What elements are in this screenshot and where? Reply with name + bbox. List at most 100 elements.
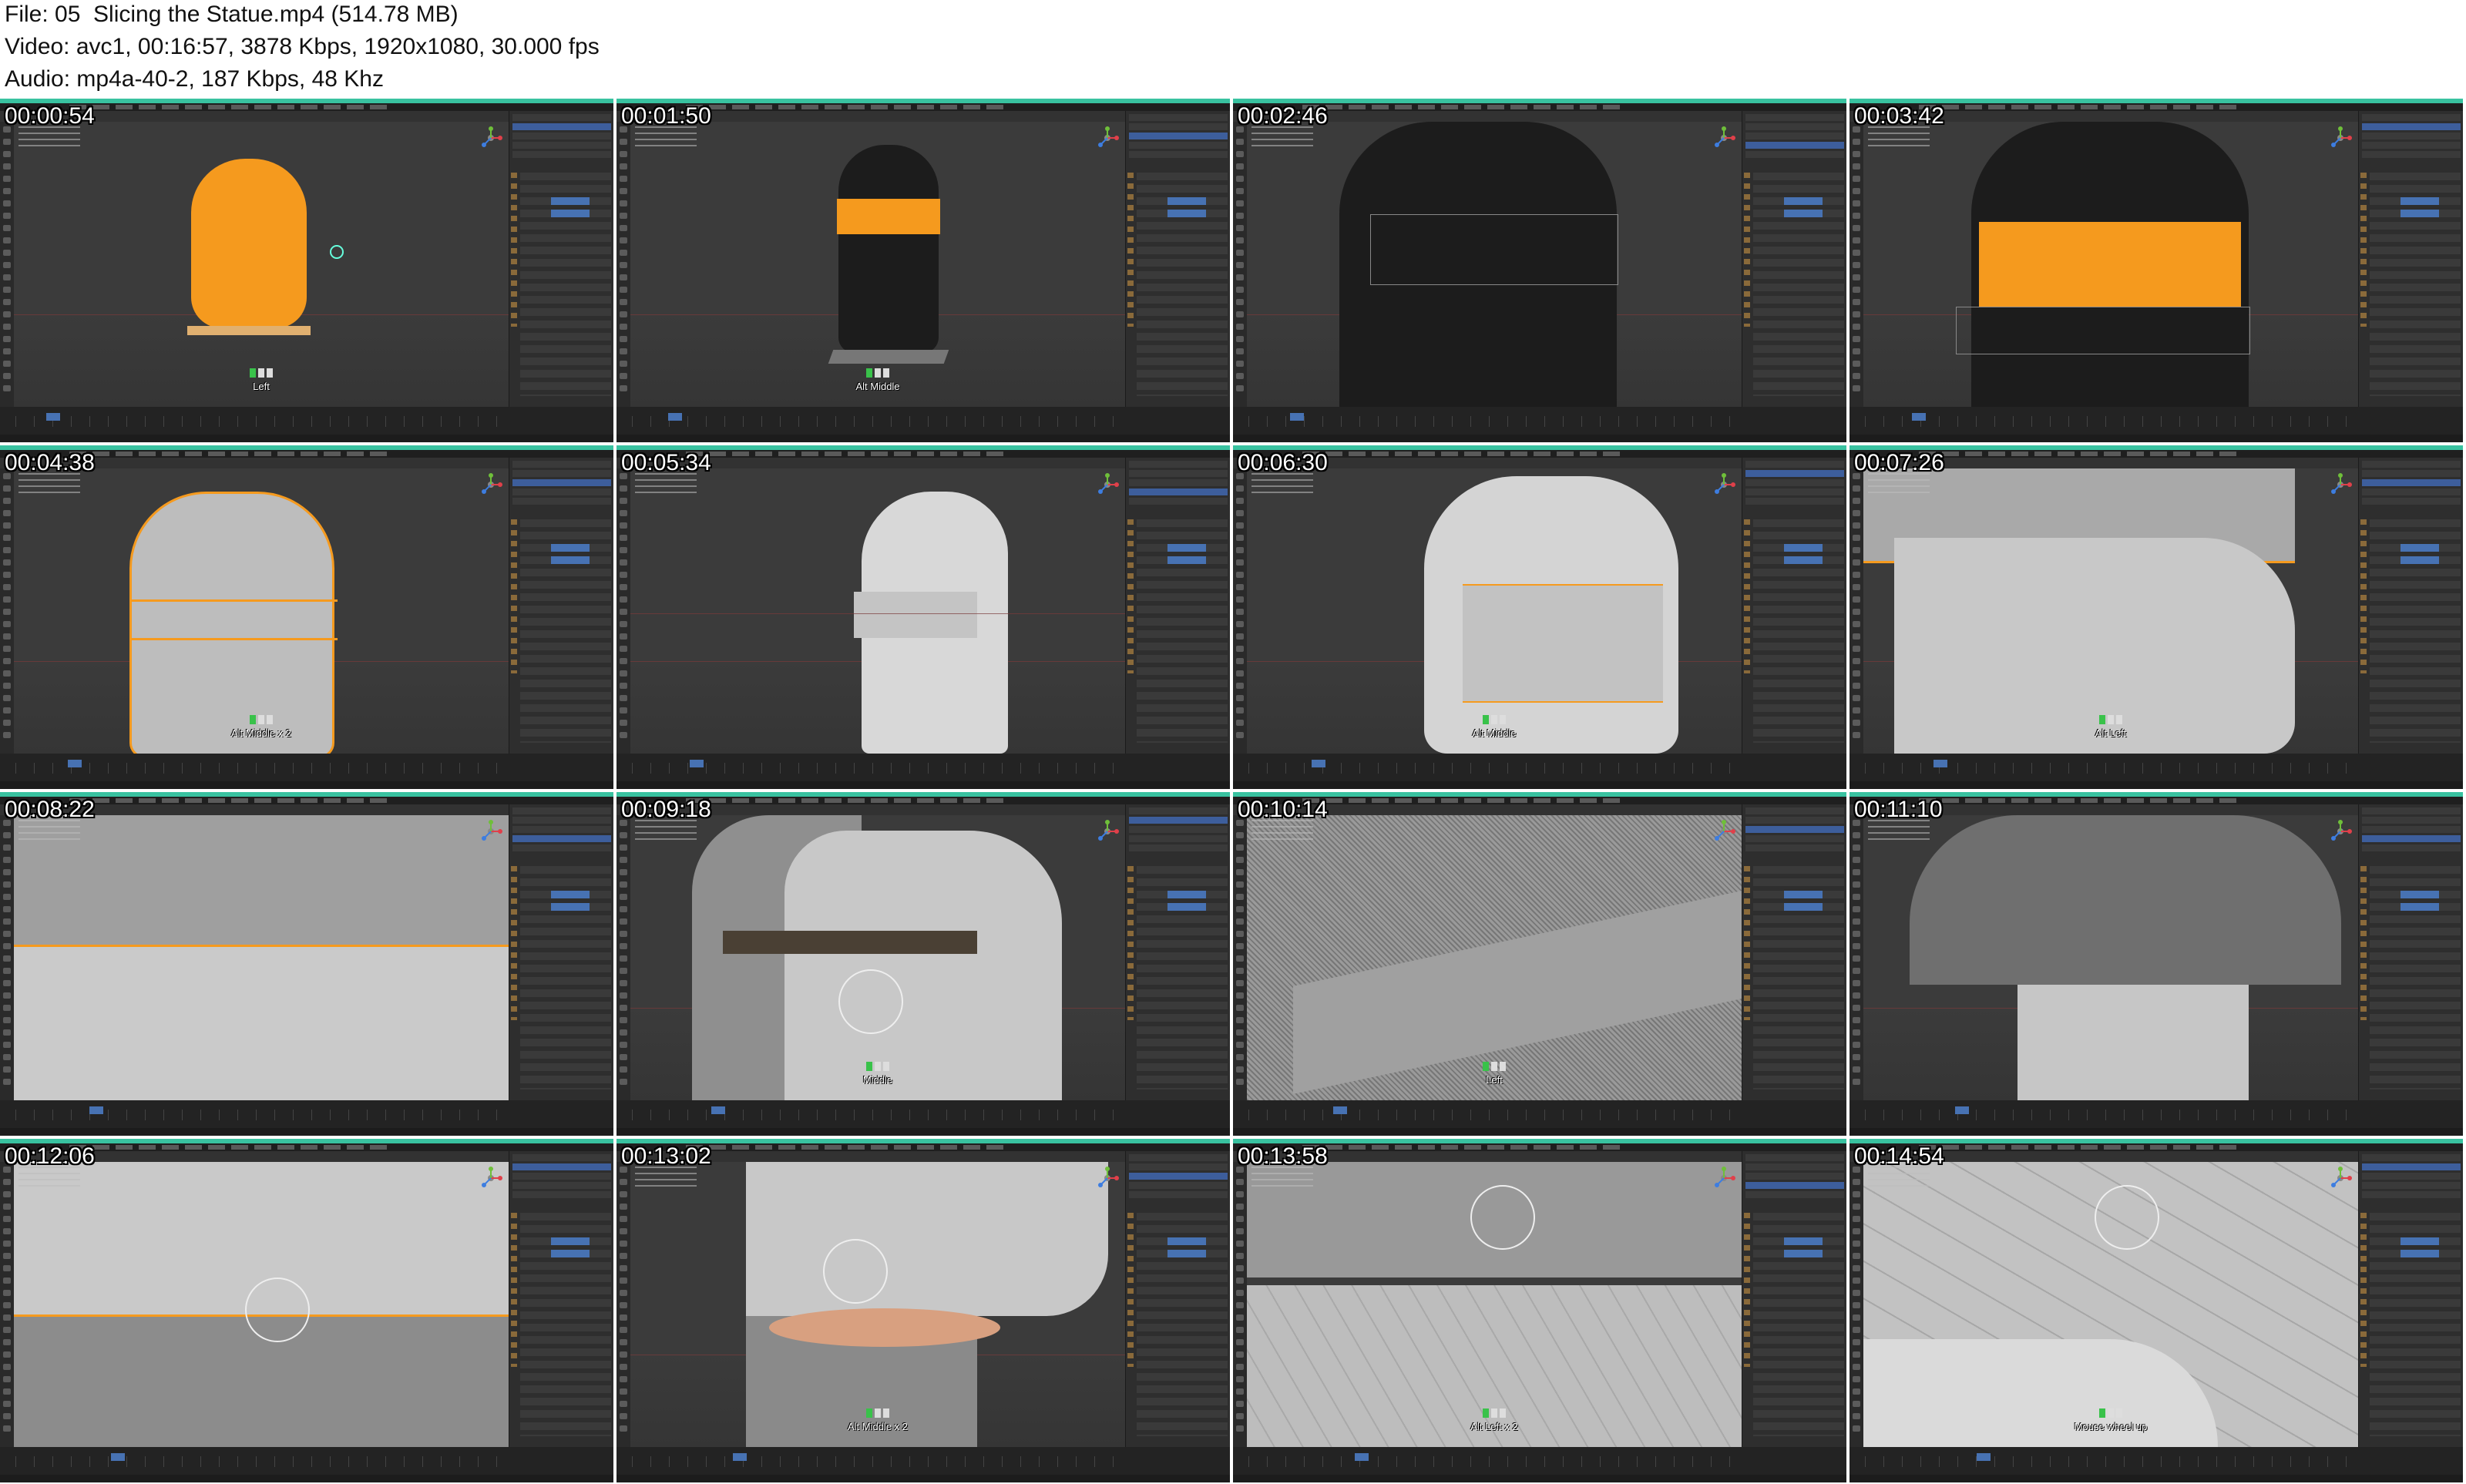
- toolbar-tool-icon[interactable]: [3, 707, 11, 713]
- toolbar-tool-icon[interactable]: [1853, 1054, 1860, 1060]
- toolbar-tool-icon[interactable]: [1853, 931, 1860, 937]
- navigation-gizmo-icon[interactable]: [1712, 820, 1735, 843]
- toolbar-tool-icon[interactable]: [620, 1388, 627, 1395]
- toolbar-tool-icon[interactable]: [3, 1029, 11, 1036]
- 3d-viewport[interactable]: [14, 468, 509, 754]
- toolbar-tool-icon[interactable]: [620, 200, 627, 206]
- 3d-viewport[interactable]: [1247, 815, 1742, 1100]
- toolbar-tool-icon[interactable]: [1236, 1054, 1244, 1060]
- timeline[interactable]: [1233, 407, 1846, 435]
- toolbar-tool-icon[interactable]: [1236, 943, 1244, 949]
- toolbar-tool-icon[interactable]: [620, 1005, 627, 1011]
- toolbar-tool-icon[interactable]: [1853, 943, 1860, 949]
- toolbar-tool-icon[interactable]: [1853, 1413, 1860, 1419]
- statue-lower-face[interactable]: [2017, 985, 2249, 1100]
- toolbar-tool-icon[interactable]: [3, 633, 11, 640]
- toolbar-tool-icon[interactable]: [3, 1191, 11, 1197]
- tool-shelf[interactable]: [0, 468, 14, 754]
- toolbar-tool-icon[interactable]: [620, 572, 627, 578]
- toolbar-tool-icon[interactable]: [620, 1228, 627, 1234]
- toolbar-tool-icon[interactable]: [3, 176, 11, 182]
- toolbar-tool-icon[interactable]: [1853, 237, 1860, 243]
- toolbar-tool-icon[interactable]: [620, 646, 627, 652]
- output-properties[interactable]: [1137, 519, 1228, 743]
- workspace-tabs[interactable]: [1302, 798, 1626, 803]
- output-properties[interactable]: [1753, 866, 1844, 1089]
- toolbar-tool-icon[interactable]: [3, 324, 11, 330]
- toolbar-tool-icon[interactable]: [1853, 1364, 1860, 1370]
- workspace-tabs[interactable]: [686, 1145, 1010, 1150]
- timeline[interactable]: [1233, 1447, 1846, 1475]
- toolbar-tool-icon[interactable]: [3, 1204, 11, 1210]
- toolbar-tool-icon[interactable]: [1853, 832, 1860, 838]
- toolbar-tool-icon[interactable]: [3, 992, 11, 999]
- workspace-tabs[interactable]: [69, 798, 393, 803]
- toolbar-tool-icon[interactable]: [3, 1042, 11, 1048]
- toolbar-tool-icon[interactable]: [3, 510, 11, 516]
- toolbar-tool-icon[interactable]: [620, 522, 627, 529]
- toolbar-tool-icon[interactable]: [1853, 139, 1860, 145]
- toolbar-tool-icon[interactable]: [1236, 1017, 1244, 1023]
- toolbar-tool-icon[interactable]: [620, 695, 627, 701]
- toolbar-tool-icon[interactable]: [1236, 139, 1244, 145]
- 3d-viewport[interactable]: [1863, 122, 2358, 407]
- toolbar-tool-icon[interactable]: [1853, 324, 1860, 330]
- toolbar-tool-icon[interactable]: [3, 943, 11, 949]
- output-properties[interactable]: [1753, 173, 1844, 396]
- toolbar-tool-icon[interactable]: [620, 1204, 627, 1210]
- toolbar-tool-icon[interactable]: [620, 485, 627, 492]
- toolbar-tool-icon[interactable]: [3, 646, 11, 652]
- outliner[interactable]: [1745, 807, 1844, 854]
- outliner-selected-row[interactable]: [512, 123, 611, 130]
- toolbar-tool-icon[interactable]: [1853, 510, 1860, 516]
- toolbar-tool-icon[interactable]: [1236, 200, 1244, 206]
- resolution-field[interactable]: [551, 556, 590, 564]
- toolbar-tool-icon[interactable]: [1853, 200, 1860, 206]
- timeline-playhead[interactable]: [690, 760, 704, 767]
- properties-tab-icons[interactable]: [1127, 1213, 1134, 1367]
- toolbar-tool-icon[interactable]: [1853, 559, 1860, 566]
- toolbar-tool-icon[interactable]: [3, 955, 11, 962]
- resolution-field[interactable]: [551, 903, 590, 911]
- properties-panel[interactable]: [2358, 111, 2463, 407]
- toolbar-tool-icon[interactable]: [3, 931, 11, 937]
- toolbar-tool-icon[interactable]: [1853, 955, 1860, 962]
- statue-face[interactable]: [746, 1162, 1108, 1316]
- toolbar-tool-icon[interactable]: [1853, 176, 1860, 182]
- resolution-field[interactable]: [2400, 210, 2439, 217]
- toolbar-tool-icon[interactable]: [1236, 1376, 1244, 1382]
- statue-bust[interactable]: [838, 145, 939, 353]
- toolbar-tool-icon[interactable]: [620, 1216, 627, 1222]
- toolbar-tool-icon[interactable]: [3, 609, 11, 615]
- resolution-field[interactable]: [2400, 197, 2439, 205]
- toolbar-tool-icon[interactable]: [1853, 683, 1860, 689]
- toolbar-tool-icon[interactable]: [1236, 572, 1244, 578]
- statue-face[interactable]: [784, 831, 1062, 1100]
- navigation-gizmo-icon[interactable]: [2329, 1167, 2352, 1190]
- tool-shelf[interactable]: [0, 815, 14, 1100]
- toolbar-tool-icon[interactable]: [1853, 1079, 1860, 1085]
- toolbar-tool-icon[interactable]: [620, 844, 627, 851]
- toolbar-tool-icon[interactable]: [1236, 695, 1244, 701]
- outliner-selected-row[interactable]: [2362, 123, 2461, 130]
- statue-face-mesh[interactable]: [14, 815, 509, 946]
- toolbar-tool-icon[interactable]: [3, 572, 11, 578]
- statue-lower-face[interactable]: [14, 947, 509, 1100]
- toolbar-tool-icon[interactable]: [1853, 918, 1860, 925]
- toolbar-tool-icon[interactable]: [3, 720, 11, 726]
- toolbar-tool-icon[interactable]: [3, 237, 11, 243]
- toolbar-tool-icon[interactable]: [1853, 707, 1860, 713]
- properties-tab-icons[interactable]: [1127, 866, 1134, 1020]
- toolbar-tool-icon[interactable]: [1236, 1241, 1244, 1247]
- toolbar-tool-icon[interactable]: [1853, 1029, 1860, 1036]
- toolbar-tool-icon[interactable]: [3, 844, 11, 851]
- resolution-field[interactable]: [1784, 197, 1823, 205]
- transform-gizmo[interactable]: [823, 1239, 888, 1304]
- toolbar-tool-icon[interactable]: [1853, 695, 1860, 701]
- toolbar-tool-icon[interactable]: [1236, 1079, 1244, 1085]
- toolbar-tool-icon[interactable]: [1236, 225, 1244, 231]
- toolbar-tool-icon[interactable]: [3, 1339, 11, 1345]
- outliner-selected-row[interactable]: [512, 1163, 611, 1170]
- toolbar-tool-icon[interactable]: [1853, 658, 1860, 664]
- toolbar-tool-icon[interactable]: [3, 274, 11, 280]
